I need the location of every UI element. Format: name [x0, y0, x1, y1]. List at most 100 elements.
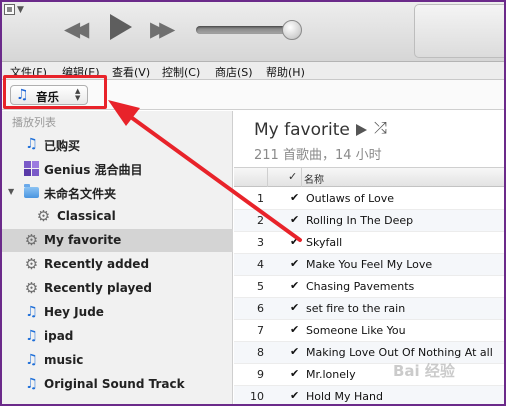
column-header-number[interactable] [234, 168, 268, 187]
sidebar-item-my-favorite[interactable]: ⚙ My favorite [0, 229, 233, 252]
sidebar-item-hey-jude[interactable]: ♫ Hey Jude [0, 301, 233, 324]
fast-forward-icon[interactable]: ▶▶ [150, 17, 175, 41]
gear-icon: ⚙ [24, 255, 39, 273]
volume-knob[interactable] [282, 20, 302, 40]
sidebar-item-label: 已购买 [44, 139, 81, 153]
menu-control[interactable]: 控制(C) [162, 64, 200, 80]
row-number: 10 [250, 390, 264, 403]
row-number: 7 [257, 324, 264, 337]
song-name: Skyfall [306, 236, 343, 249]
row-number: 3 [257, 236, 264, 249]
row-number: 2 [257, 214, 264, 227]
music-note-icon: ♫ [25, 376, 38, 392]
song-name: Outlaws of Love [306, 192, 395, 205]
music-note-icon: ♫ [25, 304, 38, 320]
table-header: ✓ 名称 [234, 167, 506, 187]
menu-help[interactable]: 帮助(H) [266, 64, 305, 80]
music-note-icon: ♫ [25, 352, 38, 368]
song-name: Mr.lonely [306, 368, 356, 381]
sidebar-item-purchased[interactable]: ♫ 已购买 [0, 133, 233, 156]
volume-slider[interactable] [196, 26, 292, 34]
row-checkbox[interactable]: ✔ [290, 389, 299, 402]
row-checkbox[interactable]: ✔ [290, 367, 299, 380]
table-row[interactable]: 7 ✔ Someone Like You [234, 320, 506, 342]
row-checkbox[interactable]: ✔ [290, 279, 299, 292]
folder-icon [24, 184, 39, 198]
table-row[interactable]: 3 ✔ Skyfall [234, 232, 506, 254]
sidebar-item-original-sound-track[interactable]: ♫ Original Sound Track [0, 373, 233, 396]
sidebar-item-label: Genius 混合曲目 [44, 163, 143, 177]
gear-icon: ⚙ [24, 231, 39, 249]
table-row[interactable]: 6 ✔ set fire to the rain [234, 298, 506, 320]
shuffle-icon[interactable]: ⤮ [374, 118, 387, 138]
sidebar-item-label: Original Sound Track [44, 377, 185, 391]
row-number: 1 [257, 192, 264, 205]
sidebar-item-ipad[interactable]: ♫ ipad [0, 325, 233, 348]
play-icon[interactable] [356, 124, 367, 136]
music-note-icon: ♫ [25, 136, 38, 152]
table-row[interactable]: 4 ✔ Make You Feel My Love [234, 254, 506, 276]
gear-icon: ⚙ [36, 207, 51, 225]
watermark: Bai 经验 [393, 362, 455, 380]
player-toolbar: ▼ ◀◀ ▶▶ [0, 0, 506, 62]
row-checkbox[interactable]: ✔ [290, 345, 299, 358]
column-header-check[interactable]: ✓ [288, 170, 297, 183]
sidebar-item-label: Recently added [44, 257, 150, 271]
sidebar-header: 播放列表 [12, 116, 56, 129]
row-checkbox[interactable]: ✔ [290, 235, 299, 248]
row-number: 5 [257, 280, 264, 293]
song-name: Chasing Pavements [306, 280, 415, 293]
menu-store[interactable]: 商店(S) [215, 64, 253, 80]
column-header-name[interactable]: 名称 [304, 171, 324, 186]
row-checkbox[interactable]: ✔ [290, 301, 299, 314]
gear-icon: ⚙ [24, 279, 39, 297]
menu-view[interactable]: 查看(V) [112, 64, 150, 80]
sidebar-item-classical[interactable]: ⚙ Classical [0, 205, 233, 228]
row-number: 4 [257, 258, 264, 271]
song-name: set fire to the rain [306, 302, 406, 315]
song-list: 1 ✔ Outlaws of Love 2 ✔ Rolling In The Deep … [234, 188, 506, 406]
table-row[interactable]: 8 ✔ Making Love Out Of Nothing At all [234, 342, 506, 364]
row-number: 8 [257, 346, 264, 359]
song-name: Hold My Hand [306, 390, 383, 403]
playlist-panel: My favorite ⤮ 211 首歌曲，14 小时 ✓ 名称 1 ✔ Outla… [234, 111, 506, 406]
sidebar-item-label: Recently played [44, 281, 153, 295]
disclosure-triangle-icon[interactable]: ▼ [8, 187, 14, 196]
row-checkbox[interactable]: ✔ [290, 213, 299, 226]
table-row[interactable]: 5 ✔ Chasing Pavements [234, 276, 506, 298]
playlist-title: My favorite [254, 120, 350, 140]
sidebar: 播放列表 ♫ 已购买 Genius 混合曲目 ▼ 未命名文件夹 ⚙ Classi… [0, 111, 233, 406]
annotation-highlight-box [3, 75, 107, 109]
playlist-summary: 211 首歌曲，14 小时 [254, 148, 382, 163]
row-checkbox[interactable]: ✔ [290, 191, 299, 204]
table-row[interactable]: 1 ✔ Outlaws of Love [234, 188, 506, 210]
sidebar-item-label: Classical [57, 209, 116, 223]
table-row[interactable]: 10 ✔ Hold My Hand [234, 386, 506, 406]
play-icon[interactable] [110, 14, 132, 40]
status-display [414, 4, 506, 58]
song-name: Someone Like You [306, 324, 406, 337]
song-name: Make You Feel My Love [306, 258, 433, 271]
sidebar-item-label: music [44, 353, 84, 367]
sidebar-item-music[interactable]: ♫ music [0, 349, 233, 372]
song-name: Rolling In The Deep [306, 214, 414, 227]
row-number: 9 [257, 368, 264, 381]
table-row[interactable]: 2 ✔ Rolling In The Deep [234, 210, 506, 232]
sidebar-item-untitled-folder[interactable]: ▼ 未命名文件夹 [0, 181, 233, 204]
sidebar-item-label: My favorite [44, 233, 122, 247]
sidebar-item-label: Hey Jude [44, 305, 104, 319]
song-name: Making Love Out Of Nothing At all [306, 346, 493, 359]
sidebar-item-genius-mixes[interactable]: Genius 混合曲目 [0, 157, 233, 180]
sidebar-item-recently-added[interactable]: ⚙ Recently added [0, 253, 233, 276]
system-menu-icon[interactable]: ▼ [4, 4, 34, 16]
table-row[interactable]: 9 ✔ Mr.lonely [234, 364, 506, 386]
music-note-icon: ♫ [25, 328, 38, 344]
sidebar-item-recently-played[interactable]: ⚙ Recently played [0, 277, 233, 300]
sidebar-item-label: ipad [44, 329, 74, 343]
row-checkbox[interactable]: ✔ [290, 323, 299, 336]
genius-icon [24, 161, 39, 176]
rewind-icon[interactable]: ◀◀ [64, 17, 89, 41]
row-checkbox[interactable]: ✔ [290, 257, 299, 270]
sidebar-item-label: 未命名文件夹 [44, 187, 117, 201]
row-number: 6 [257, 302, 264, 315]
